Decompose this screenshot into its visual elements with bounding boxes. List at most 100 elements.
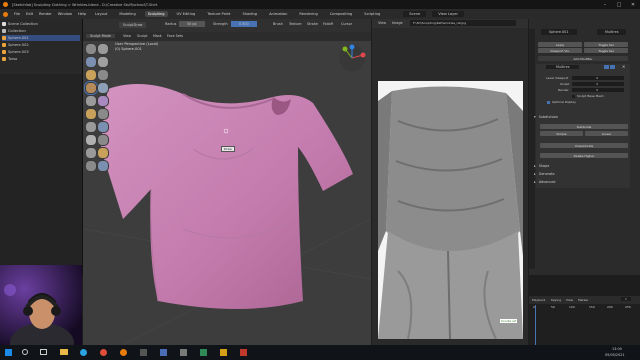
close-button[interactable]: ✕: [626, 0, 640, 9]
navigation-gizmo[interactable]: [337, 43, 367, 73]
current-frame-field[interactable]: 1: [621, 297, 631, 301]
simple-button[interactable]: Simple: [540, 131, 583, 136]
generate-section[interactable]: ▸ Generate: [534, 171, 634, 176]
outliner-row[interactable]: Torso: [2, 56, 80, 62]
image-image-menu[interactable]: Image: [392, 21, 403, 25]
playback-menu[interactable]: Playback: [532, 298, 545, 302]
sculpt-tool-icon[interactable]: [85, 147, 97, 159]
app-icon[interactable]: [200, 349, 207, 356]
menu-edit[interactable]: Edit: [26, 12, 33, 16]
sculpt-tool-icon[interactable]: [85, 134, 97, 146]
minimize-button[interactable]: –: [598, 0, 612, 9]
tab-compositing[interactable]: Compositing: [327, 11, 356, 17]
tab-modeling[interactable]: Modeling: [116, 11, 138, 17]
linear-button[interactable]: Linear: [585, 131, 628, 136]
app-icon[interactable]: [180, 349, 187, 356]
sculpt-tool-icon[interactable]: [97, 82, 109, 94]
outliner-row[interactable]: Collection: [2, 28, 80, 34]
app-icon[interactable]: [220, 349, 227, 356]
add-modifier-button[interactable]: Add Modifier: [538, 56, 628, 61]
realtime-toggle[interactable]: [604, 65, 609, 69]
sculpt-tool-icon[interactable]: [97, 69, 109, 81]
sculpt-tool-icon[interactable]: [97, 56, 109, 68]
app-icon[interactable]: [160, 349, 167, 356]
sculpt-tool-icon[interactable]: [85, 95, 97, 107]
start-icon[interactable]: [5, 349, 12, 356]
tab-scripting[interactable]: Scripting: [361, 11, 383, 17]
sculpt-tool-icon[interactable]: [97, 108, 109, 120]
sculpt-tool-icon[interactable]: [97, 121, 109, 133]
image-editor-reference[interactable]: View Image F:\3D\Sculpting\Ref\wrinkles_…: [372, 19, 528, 345]
timeline-editor[interactable]: Playback Keying View Marker 1 0 50 100 1…: [529, 296, 640, 345]
timeline-view-menu[interactable]: View: [566, 298, 573, 302]
sculpt-level-field[interactable]: 4: [572, 82, 624, 86]
apply-button[interactable]: Apply: [538, 42, 582, 47]
sculpt-tool-icon[interactable]: [85, 160, 97, 172]
sculpt-tool-icon[interactable]: [97, 147, 109, 159]
modifier-header-name[interactable]: Multires: [546, 65, 580, 69]
sculpt-tool-icon[interactable]: [85, 69, 97, 81]
outliner-row[interactable]: Scene Collection: [2, 21, 80, 27]
sculpt-tool-icon[interactable]: [85, 56, 97, 68]
viewport-vis-button[interactable]: Viewport Vis.: [538, 48, 582, 53]
outliner-row[interactable]: Sphere.001: [2, 35, 80, 41]
clock-time[interactable]: 13:04: [612, 347, 622, 351]
object-name-field[interactable]: Sphere.001: [541, 29, 577, 35]
tab-texture-paint[interactable]: Texture Paint: [204, 11, 233, 17]
tab-layout[interactable]: Layout: [92, 11, 110, 17]
sculpt-tool-icon[interactable]: [97, 134, 109, 146]
menu-file[interactable]: File: [14, 12, 20, 16]
keying-menu[interactable]: Keying: [551, 298, 561, 302]
level-viewport-field[interactable]: 4: [572, 76, 624, 80]
toggle-sel-button[interactable]: Toggle Sel: [584, 42, 628, 47]
sculpt-tool-icon[interactable]: [97, 160, 109, 172]
tab-shading[interactable]: Shading: [239, 11, 260, 17]
sculpt-tool-icon[interactable]: [85, 121, 97, 133]
task-view-icon[interactable]: [40, 349, 47, 355]
chrome-icon[interactable]: [100, 349, 107, 356]
sculpt-tool-icon[interactable]: [85, 43, 97, 55]
browser-icon[interactable]: [80, 349, 87, 356]
image-view-menu[interactable]: View: [378, 21, 386, 25]
sculpt-tool-icon[interactable]: [97, 43, 109, 55]
scene-selector[interactable]: Scene: [403, 11, 427, 17]
app-icon[interactable]: [140, 349, 147, 356]
blender-menu-icon[interactable]: [3, 11, 8, 17]
menu-help[interactable]: Help: [78, 12, 86, 16]
tab-rendering[interactable]: Rendering: [296, 11, 320, 17]
subdivision-section[interactable]: ▾ Subdivision: [534, 114, 634, 119]
3d-viewport[interactable]: SculptDraw Radius 50 px Strength 0.500 B…: [83, 19, 371, 345]
blender-taskbar-icon[interactable]: [120, 349, 127, 356]
sculpt-mesh-shirt[interactable]: [83, 19, 371, 345]
image-path-field[interactable]: F:\3D\Sculpting\Ref\wrinkles_ref.jpg: [410, 20, 516, 26]
delete-higher-button[interactable]: Delete Higher: [540, 153, 628, 158]
explorer-icon[interactable]: [60, 349, 68, 355]
tab-animation[interactable]: Animation: [266, 11, 290, 17]
playhead[interactable]: [535, 305, 536, 345]
clock-date[interactable]: 09/05/2021: [605, 353, 625, 357]
sculpt-base-mesh-checkbox[interactable]: [572, 95, 575, 98]
outliner-row[interactable]: Sphere.003: [2, 49, 80, 55]
advanced-section[interactable]: ▸ Advanced: [534, 179, 634, 184]
unsubdivide-button[interactable]: Unsubdivide: [540, 143, 628, 148]
sculpt-tool-icon[interactable]: [84, 81, 98, 95]
menu-window[interactable]: Window: [58, 12, 72, 16]
render-toggle[interactable]: [610, 65, 615, 69]
close-modifier-icon[interactable]: ✕: [622, 64, 625, 69]
subdivide-button[interactable]: Subdivide: [540, 124, 628, 129]
tab-sculpting[interactable]: Sculpting: [144, 11, 168, 17]
maximize-button[interactable]: □: [612, 0, 626, 9]
toggle-sel-button-2[interactable]: Toggle Sel: [584, 48, 628, 53]
view-layer-selector[interactable]: View Layer: [432, 11, 464, 17]
optimal-display-checkbox[interactable]: [547, 101, 550, 104]
outliner-row[interactable]: Sphere.002: [2, 42, 80, 48]
marker-menu[interactable]: Marker: [578, 298, 588, 302]
menu-render[interactable]: Render: [39, 12, 52, 16]
search-icon[interactable]: [22, 349, 28, 355]
modifier-name-field[interactable]: Multires: [597, 29, 627, 35]
sculpt-tool-icon[interactable]: [97, 95, 109, 107]
shape-section[interactable]: ▸ Shape: [534, 163, 634, 168]
app-icon[interactable]: [240, 349, 247, 356]
tab-uv-editing[interactable]: UV Editing: [174, 11, 199, 17]
sculpt-tool-icon[interactable]: [85, 108, 97, 120]
